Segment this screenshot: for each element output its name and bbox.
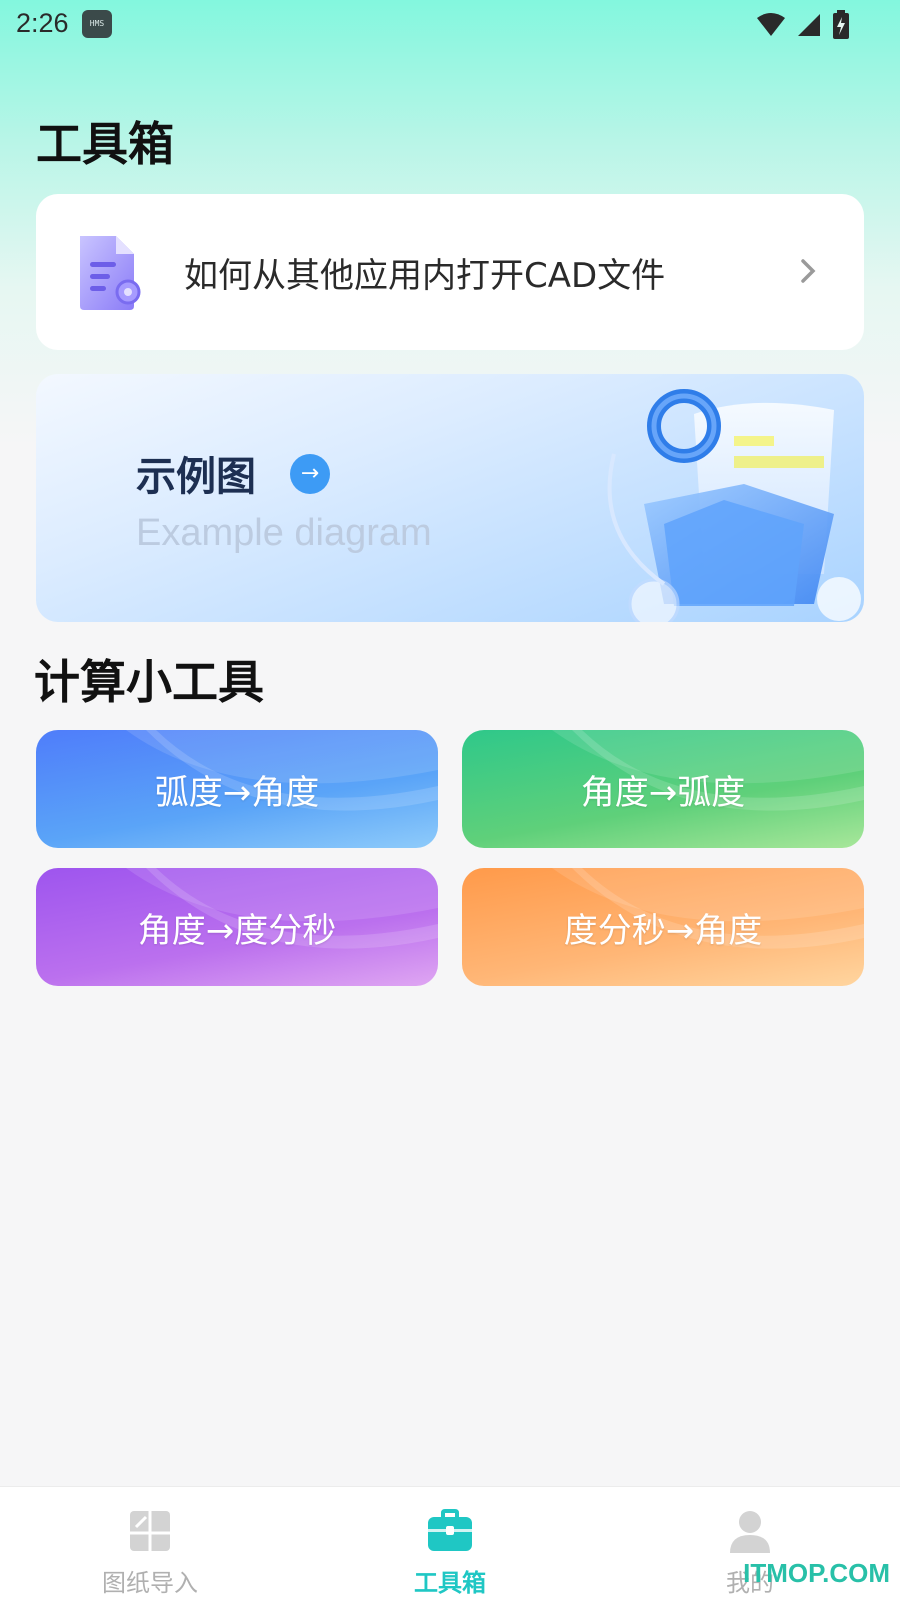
tool-label: 角度→弧度 bbox=[580, 772, 746, 813]
arrow-right-icon: → bbox=[290, 454, 330, 494]
page-title: 工具箱 bbox=[36, 117, 174, 171]
wifi-icon bbox=[757, 13, 785, 36]
chevron-right-icon bbox=[801, 259, 816, 283]
tool-label: 弧度→角度 bbox=[154, 772, 320, 813]
status-bar: 2:26 HMS bbox=[0, 0, 900, 50]
banner-title: 示例图 bbox=[136, 454, 256, 500]
drawing-import-icon bbox=[130, 1511, 170, 1551]
toolbox-icon bbox=[428, 1509, 472, 1551]
document-icon bbox=[80, 236, 141, 310]
degree-to-radian-button[interactable]: 角度→弧度 bbox=[462, 730, 864, 848]
hms-badge: HMS bbox=[82, 10, 112, 38]
banner-subtitle: Example diagram bbox=[136, 512, 432, 554]
nav-item-toolbox[interactable]: 工具箱 bbox=[300, 1487, 600, 1600]
help-card-open-cad[interactable]: 如何从其他应用内打开CAD文件 bbox=[36, 194, 864, 350]
battery-charging-icon bbox=[833, 10, 849, 39]
dms-to-degree-button[interactable]: 度分秒→角度 bbox=[462, 868, 864, 986]
radian-to-degree-button[interactable]: 弧度→角度 bbox=[36, 730, 438, 848]
help-card-label: 如何从其他应用内打开CAD文件 bbox=[184, 256, 666, 296]
calc-section-title: 计算小工具 bbox=[34, 655, 264, 709]
nav-label: 工具箱 bbox=[414, 1569, 486, 1597]
tool-label: 度分秒→角度 bbox=[563, 910, 763, 951]
folder-illustration-icon bbox=[607, 389, 861, 622]
status-time: 2:26 bbox=[16, 8, 69, 38]
example-diagram-banner[interactable]: 示例图 → Example diagram bbox=[36, 374, 864, 622]
status-icons bbox=[756, 10, 850, 40]
tool-label: 角度→度分秒 bbox=[137, 910, 337, 951]
nav-item-drawing-import[interactable]: 图纸导入 bbox=[0, 1487, 300, 1600]
degree-to-dms-button[interactable]: 角度→度分秒 bbox=[36, 868, 438, 986]
nav-label: 图纸导入 bbox=[102, 1569, 198, 1597]
profile-icon bbox=[730, 1511, 770, 1553]
signal-icon bbox=[798, 14, 820, 36]
watermark-text: ITMOP.COM bbox=[743, 1558, 890, 1588]
